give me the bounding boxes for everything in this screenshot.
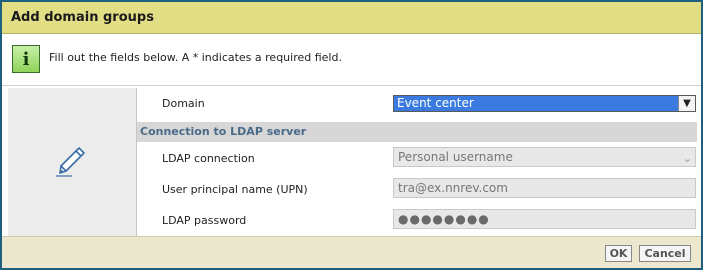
chevron-down-icon[interactable]: ▼ — [678, 96, 695, 111]
pencil-icon — [56, 147, 85, 177]
dialog-title: Add domain groups — [2, 2, 701, 34]
domain-select-value: Event center — [397, 96, 474, 110]
domain-form: Domain Event center ▼ Connection to LDAP… — [137, 88, 697, 236]
ldap-password-row: LDAP password ●●●●●●●● — [137, 205, 697, 236]
domain-select[interactable]: Event center ▼ — [393, 95, 696, 112]
separator — [2, 85, 701, 86]
section-header-ldap: Connection to LDAP server — [137, 122, 697, 142]
ldap-connection-select[interactable]: Personal username ⌄ — [393, 147, 696, 167]
info-icon: i — [12, 45, 40, 73]
ldap-connection-label: LDAP connection — [162, 152, 255, 165]
domain-label: Domain — [162, 97, 205, 110]
upn-value: tra@ex.nnrev.com — [398, 181, 508, 195]
chevron-down-icon: ⌄ — [682, 152, 692, 165]
upn-row: User principal name (UPN) tra@ex.nnrev.c… — [137, 174, 697, 205]
info-row: i Fill out the fields below. A * indicat… — [2, 35, 701, 85]
ldap-connection-value: Personal username — [398, 150, 513, 164]
dialog-footer: OK Cancel — [2, 236, 701, 268]
domain-row: Domain Event center ▼ — [137, 88, 697, 119]
ok-button[interactable]: OK — [605, 245, 632, 262]
upn-label: User principal name (UPN) — [162, 183, 308, 196]
info-text: Fill out the fields below. A * indicates… — [49, 51, 342, 64]
ldap-password-value: ●●●●●●●● — [398, 212, 490, 226]
upn-field[interactable]: tra@ex.nnrev.com — [393, 178, 696, 198]
ldap-password-label: LDAP password — [162, 214, 247, 227]
ldap-password-field[interactable]: ●●●●●●●● — [393, 209, 696, 229]
cancel-button[interactable]: Cancel — [639, 245, 691, 262]
side-panel — [8, 88, 136, 236]
add-domain-groups-dialog: Add domain groups i Fill out the fields … — [0, 0, 703, 270]
ldap-connection-row: LDAP connection Personal username ⌄ — [137, 143, 697, 174]
